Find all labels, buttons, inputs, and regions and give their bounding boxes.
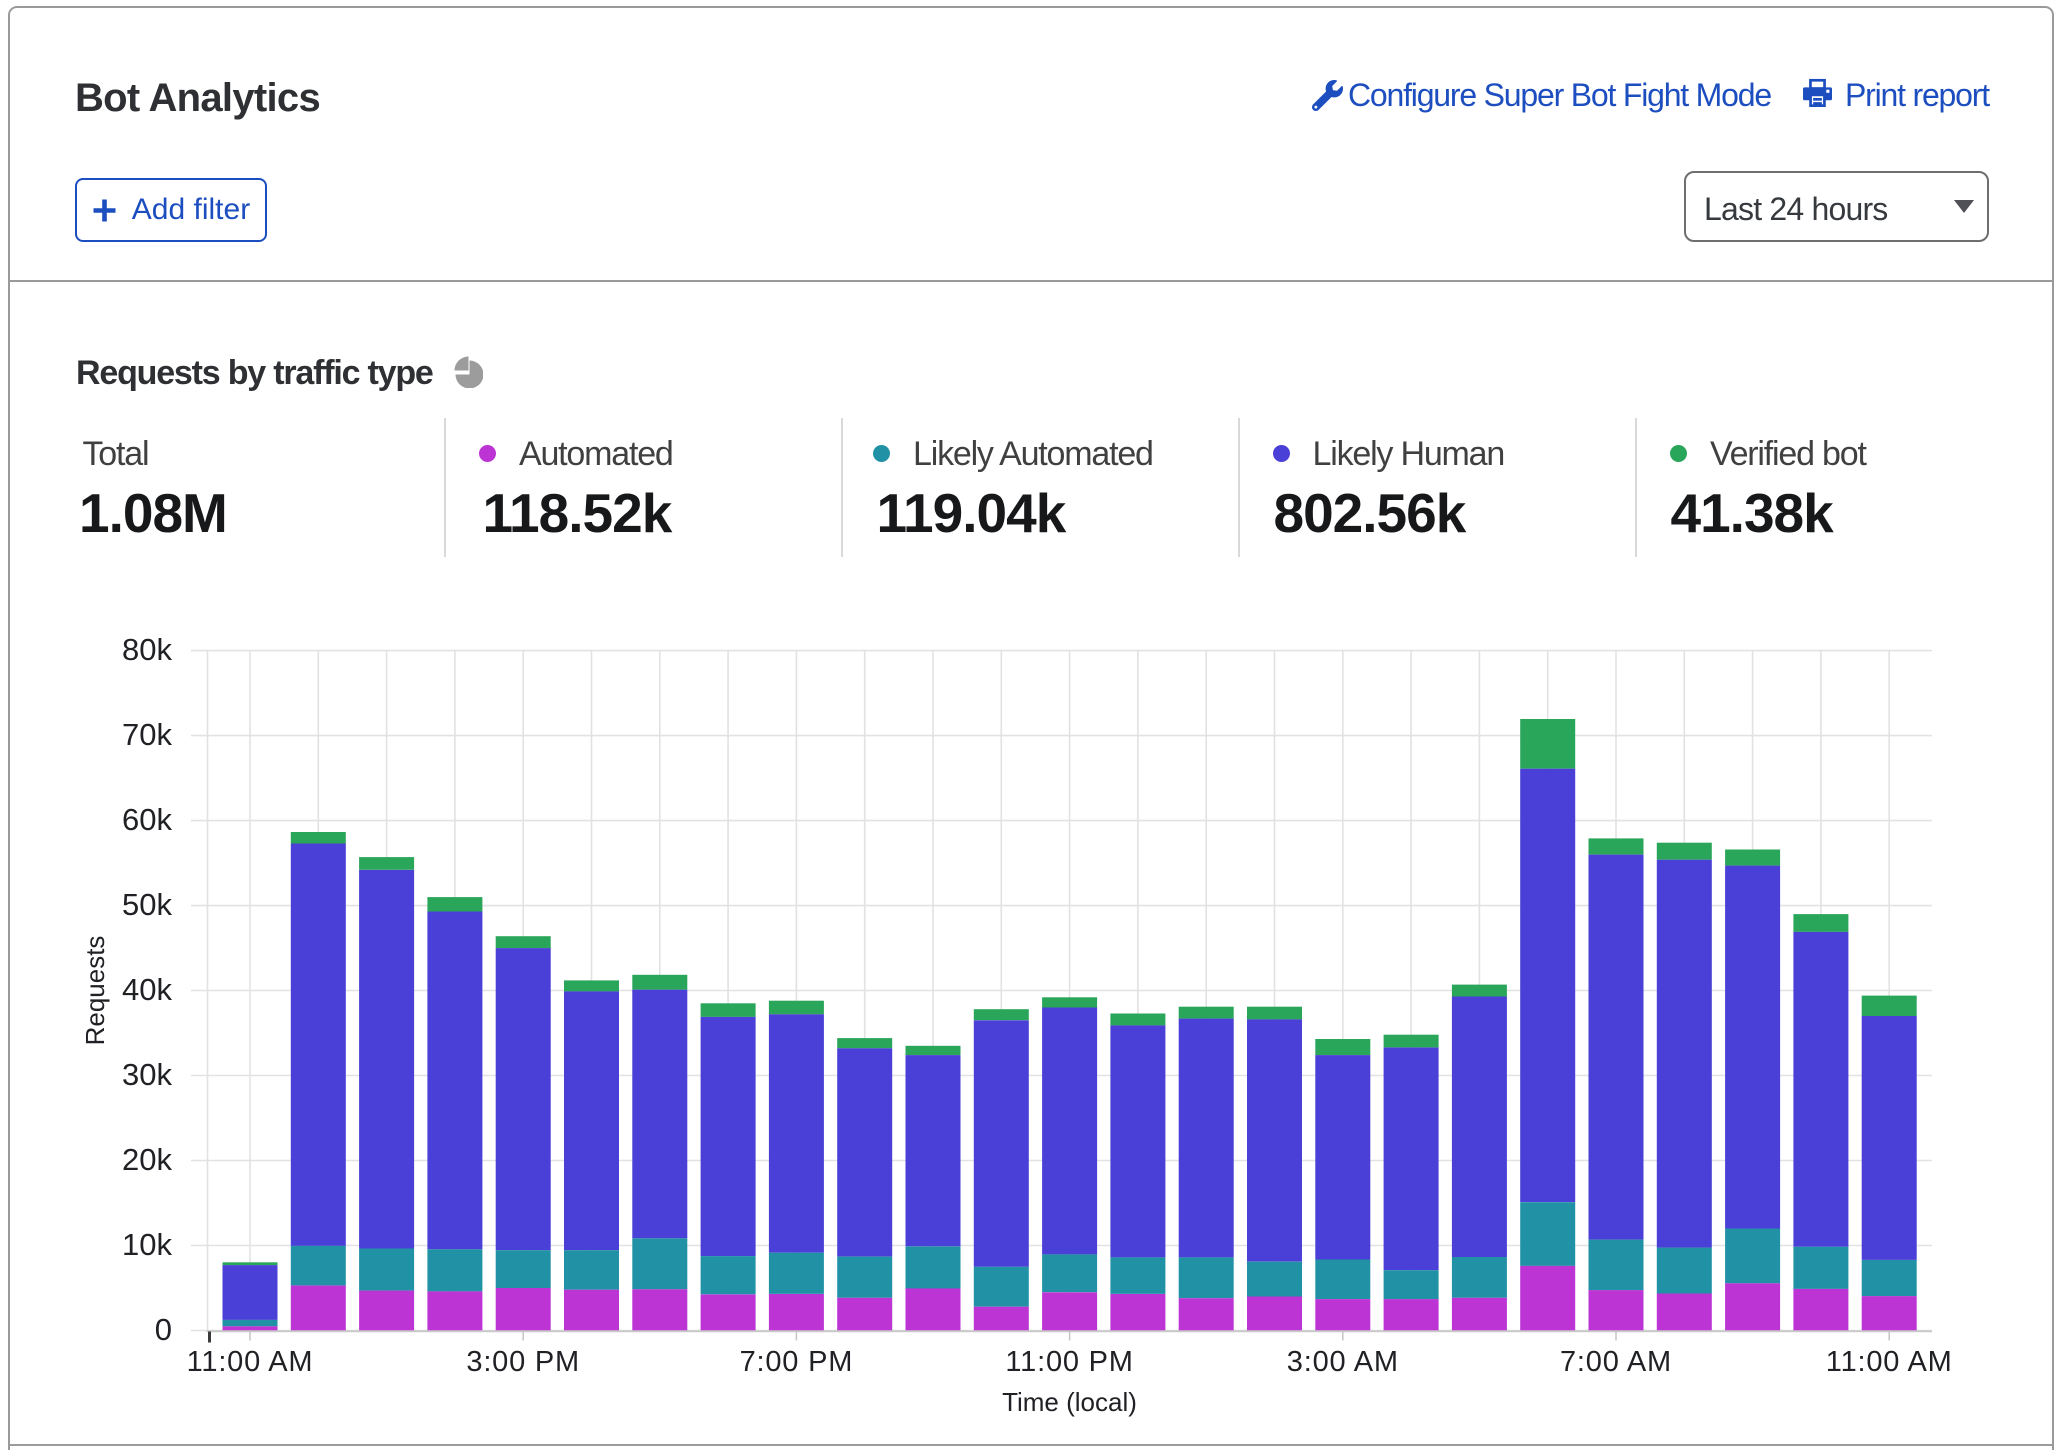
svg-text:80k: 80k xyxy=(122,632,172,667)
svg-text:7:00 PM: 7:00 PM xyxy=(740,1346,854,1378)
svg-text:3:00 PM: 3:00 PM xyxy=(466,1346,580,1378)
svg-text:11:00 AM: 11:00 AM xyxy=(187,1346,314,1378)
svg-text:40k: 40k xyxy=(122,972,172,1007)
svg-text:11:00 PM: 11:00 PM xyxy=(1005,1346,1133,1378)
svg-text:30k: 30k xyxy=(122,1057,172,1092)
svg-text:Time (local): Time (local) xyxy=(1002,1387,1137,1417)
svg-text:11:00 AM: 11:00 AM xyxy=(1826,1346,1953,1378)
svg-text:70k: 70k xyxy=(122,717,172,752)
svg-text:7:00 AM: 7:00 AM xyxy=(1560,1346,1672,1378)
svg-text:50k: 50k xyxy=(122,887,172,922)
svg-text:60k: 60k xyxy=(122,802,172,837)
svg-text:3:00 AM: 3:00 AM xyxy=(1287,1346,1399,1378)
svg-text:0: 0 xyxy=(155,1312,172,1347)
svg-text:20k: 20k xyxy=(122,1142,172,1177)
svg-text:10k: 10k xyxy=(122,1227,172,1262)
svg-text:Requests: Requests xyxy=(80,936,110,1046)
